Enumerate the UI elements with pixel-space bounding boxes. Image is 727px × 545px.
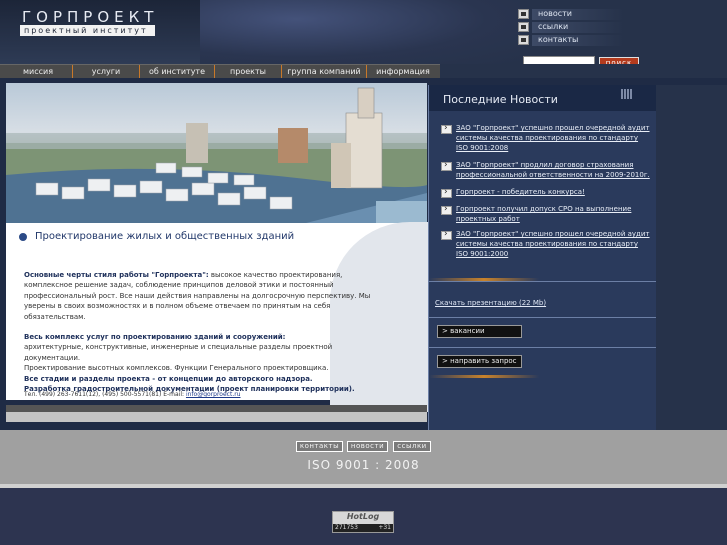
news-header: Последние Новости bbox=[429, 85, 657, 111]
stages-line-1: Все стадии и разделы проекта - от концеп… bbox=[24, 374, 313, 383]
link-icon bbox=[518, 22, 529, 32]
top-link-contacts[interactable]: контакты bbox=[518, 34, 624, 47]
footer-link-links[interactable]: ссылки bbox=[393, 441, 431, 452]
news-item-text[interactable]: ЗАО "Горпроект" продлил договор страхова… bbox=[456, 160, 651, 180]
news-item-text[interactable]: Горпроект получил допуск СРО на выполнен… bbox=[456, 204, 651, 224]
phones-text: Тел. (499) 263-7611(12), (495) 500-5571(… bbox=[24, 391, 186, 398]
news-title: Последние Новости bbox=[443, 93, 558, 106]
intro-heading: Основные черты стиля работы "Горпроекта"… bbox=[24, 271, 209, 279]
email-link[interactable]: info@gorproect.ru bbox=[186, 391, 241, 398]
iso-certificate: ISO 9001 : 2008 bbox=[307, 458, 420, 472]
content-bottom-strip bbox=[6, 412, 427, 422]
footer-link-news[interactable]: новости bbox=[347, 441, 388, 452]
news-panel: Последние Новости ЗАО "Горпроект" успешн… bbox=[428, 85, 657, 430]
side-stripe bbox=[656, 85, 727, 430]
nav-right-filler bbox=[440, 64, 727, 78]
section-title: Проектирование жилых и общественных здан… bbox=[35, 231, 295, 242]
counter-logo: HotLog bbox=[346, 512, 380, 521]
news-item-text[interactable]: Горпроект - победитель конкурса! bbox=[456, 187, 651, 197]
top-link-contacts-label: контакты bbox=[538, 35, 579, 44]
section-bullet-icon bbox=[18, 232, 28, 242]
grid-dots-icon bbox=[621, 89, 633, 99]
news-item-text[interactable]: ЗАО "Горпроект" успешно прошел очередной… bbox=[456, 229, 651, 259]
services-line-2: Проектирование высотных комплексов. Функ… bbox=[24, 364, 329, 373]
top-link-news[interactable]: новости bbox=[518, 8, 624, 21]
nav-item-group[interactable]: группа компаний bbox=[282, 65, 366, 78]
counter-today: +31 bbox=[378, 524, 391, 531]
bottom-area: HotLog 271753 +31 bbox=[0, 488, 727, 545]
header: ГОРПРОЕКТ проектный институт новости ссы… bbox=[0, 0, 727, 69]
nav-item-info[interactable]: информация bbox=[367, 65, 439, 78]
hotlog-counter[interactable]: HotLog 271753 +31 bbox=[332, 511, 394, 533]
top-link-links-label: ссылки bbox=[538, 22, 569, 31]
logo[interactable]: ГОРПРОЕКТ проектный институт bbox=[0, 0, 200, 64]
footer-link-contacts[interactable]: контакты bbox=[296, 441, 343, 452]
services-heading: Весь комплекс услуг по проектированию зд… bbox=[24, 333, 286, 342]
arrow-icon bbox=[441, 160, 452, 171]
logo-subtitle: проектный институт bbox=[20, 25, 155, 36]
arrow-icon bbox=[441, 229, 452, 240]
panel-divider bbox=[429, 347, 657, 348]
arrow-icon bbox=[441, 187, 452, 198]
arrow-icon bbox=[441, 204, 452, 215]
news-item-text[interactable]: ЗАО "Горпроект" успешно прошел очередной… bbox=[456, 123, 651, 153]
mail-icon bbox=[518, 35, 529, 45]
nav-item-services[interactable]: услуги bbox=[73, 65, 139, 78]
content-text: Основные черты стиля работы "Горпроекта"… bbox=[24, 270, 390, 394]
content-bottom-bar bbox=[6, 405, 427, 412]
hero-image bbox=[6, 83, 427, 223]
orange-separator bbox=[429, 375, 539, 378]
main-nav: миссия услуги об институте проекты групп… bbox=[0, 64, 440, 78]
home-icon bbox=[518, 9, 529, 19]
services-line-1: архитектурные, конструктивные, инженерны… bbox=[24, 343, 333, 362]
panel-divider bbox=[429, 281, 657, 282]
counter-total: 271753 bbox=[335, 524, 358, 531]
nav-item-about[interactable]: об институте bbox=[140, 65, 214, 78]
nav-item-mission[interactable]: миссия bbox=[0, 65, 76, 78]
send-request-button[interactable]: > направить запрос bbox=[437, 355, 522, 368]
counter-values: 271753 +31 bbox=[333, 524, 393, 532]
logo-title: ГОРПРОЕКТ bbox=[22, 8, 159, 26]
top-links: новости ссылки контакты bbox=[518, 8, 624, 47]
top-link-news-label: новости bbox=[538, 9, 572, 18]
download-presentation-link[interactable]: Скачать презентацию (22 Mb) bbox=[435, 299, 546, 307]
footer: контакты новости ссылки ISO 9001 : 2008 bbox=[0, 430, 727, 490]
header-decoration bbox=[200, 0, 520, 64]
nav-item-projects[interactable]: проекты bbox=[215, 65, 281, 78]
panel-divider bbox=[429, 317, 657, 318]
hero-illustration bbox=[6, 87, 427, 223]
top-link-links[interactable]: ссылки bbox=[518, 21, 624, 34]
vacancies-button[interactable]: > вакансии bbox=[437, 325, 522, 338]
arrow-icon bbox=[441, 123, 452, 134]
contact-line: Тел. (499) 263-7611(12), (495) 500-5571(… bbox=[24, 391, 241, 398]
